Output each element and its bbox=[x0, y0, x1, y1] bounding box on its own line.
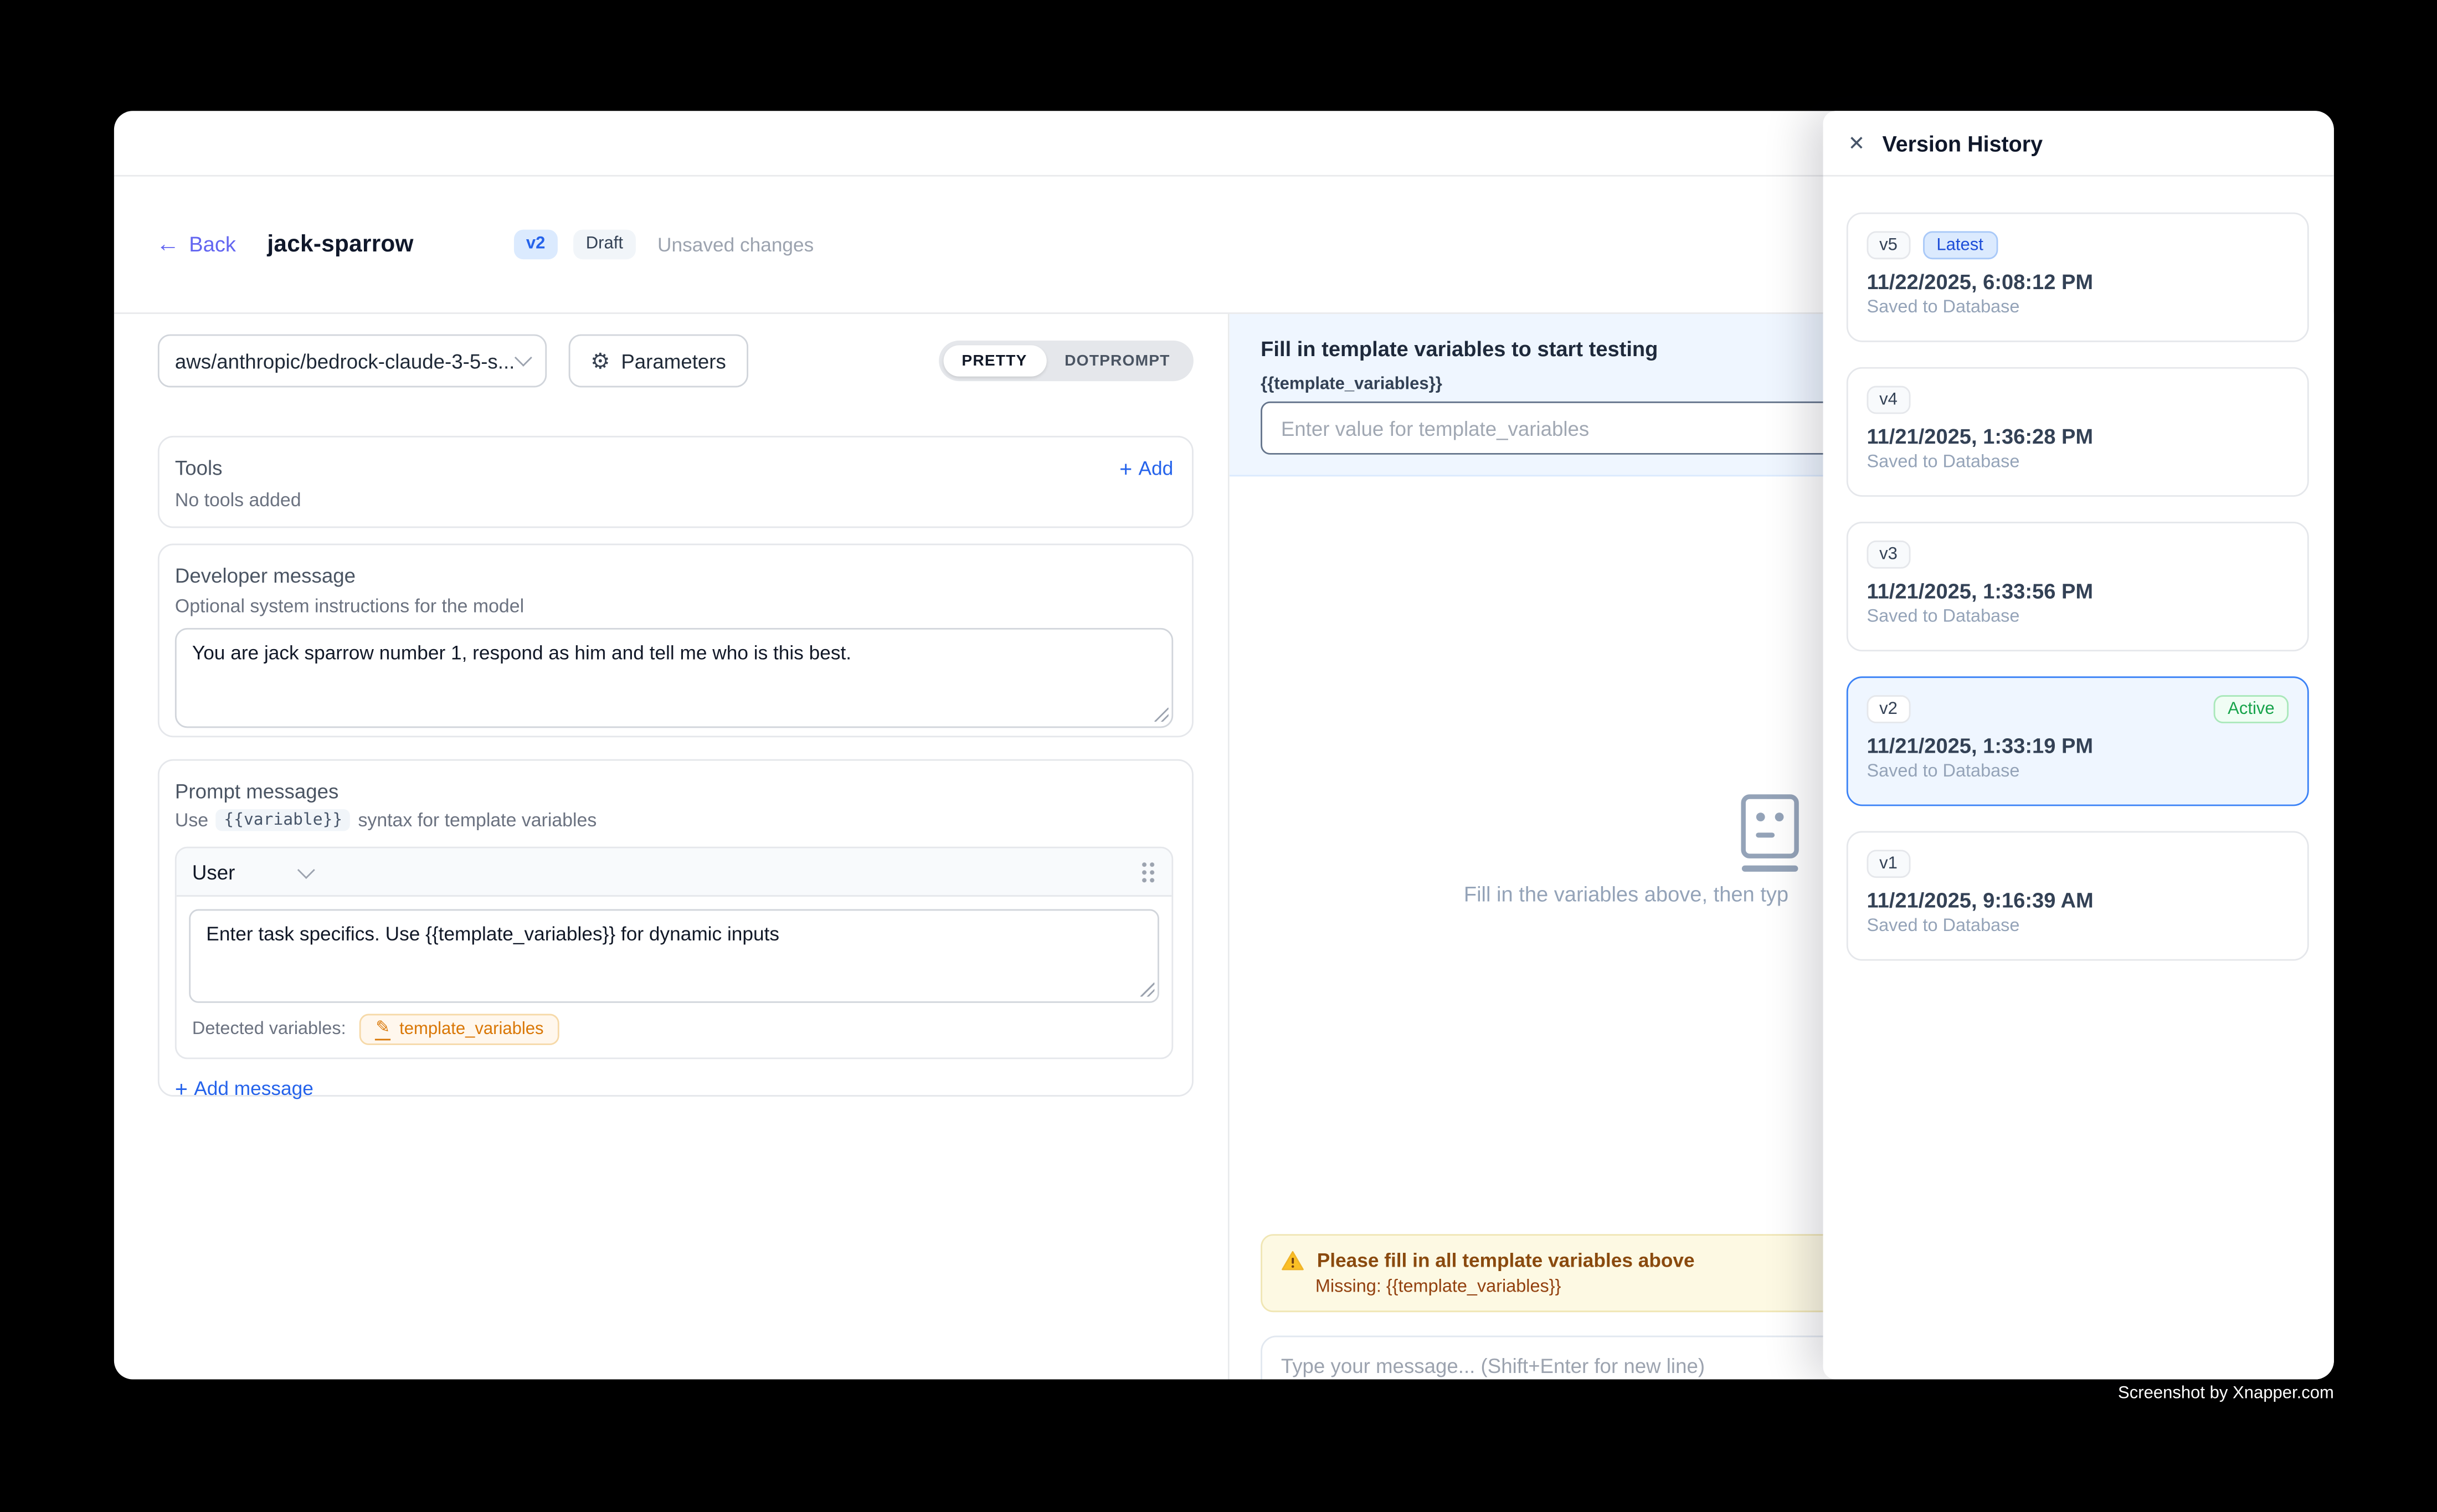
role-select-value[interactable]: User bbox=[192, 860, 235, 883]
pencil-icon: ✎ bbox=[376, 1019, 390, 1040]
prompt-messages-title: Prompt messages bbox=[175, 779, 1173, 803]
hint-suffix: syntax for template variables bbox=[358, 809, 597, 831]
model-row: aws/anthropic/bedrock-claude-3-5-s... ⚙ … bbox=[158, 335, 1194, 388]
page-title: jack-sparrow bbox=[267, 231, 413, 258]
developer-message-subtitle: Optional system instructions for the mod… bbox=[175, 595, 1173, 617]
template-syntax-hint: Use {{variable}} syntax for template var… bbox=[175, 809, 1173, 831]
tools-title: Tools bbox=[175, 456, 223, 480]
version-status: Saved to Database bbox=[1867, 608, 2289, 626]
gear-icon: ⚙ bbox=[590, 350, 610, 372]
version-date: 11/21/2025, 1:33:56 PM bbox=[1867, 579, 2289, 603]
version-date: 11/21/2025, 9:16:39 AM bbox=[1867, 889, 2289, 912]
plus-icon: + bbox=[1119, 457, 1132, 479]
version-history-title: Version History bbox=[1882, 131, 2043, 156]
drag-handle-icon[interactable] bbox=[1140, 860, 1156, 883]
developer-message-card: Developer message Optional system instru… bbox=[158, 544, 1194, 738]
version-badge: v2 bbox=[513, 230, 558, 259]
version-date: 11/21/2025, 1:33:19 PM bbox=[1867, 734, 2289, 758]
bot-face-icon bbox=[1734, 792, 1806, 884]
toggle-dotprompt[interactable]: DOTPROMPT bbox=[1046, 345, 1189, 376]
back-arrow-icon: ← bbox=[156, 233, 179, 256]
add-tool-label: Add bbox=[1138, 457, 1173, 479]
parameters-button[interactable]: ⚙ Parameters bbox=[569, 335, 748, 388]
developer-message-textarea[interactable]: You are jack sparrow number 1, respond a… bbox=[175, 628, 1173, 728]
version-card-v1[interactable]: v1 11/21/2025, 9:16:39 AM Saved to Datab… bbox=[1847, 831, 2309, 961]
model-select-value: aws/anthropic/bedrock-claude-3-5-s... bbox=[175, 349, 517, 372]
draft-badge: Draft bbox=[573, 230, 635, 259]
latest-badge: Latest bbox=[1922, 231, 1997, 259]
prompt-messages-card: Prompt messages Use {{variable}} syntax … bbox=[158, 759, 1194, 1097]
model-select[interactable]: aws/anthropic/bedrock-claude-3-5-s... bbox=[158, 335, 547, 388]
version-history-panel: ✕ Version History v5 Latest 11/22/2025, … bbox=[1823, 111, 2334, 1379]
hint-prefix: Use bbox=[175, 809, 208, 831]
version-card-v2-active[interactable]: v2 Active 11/21/2025, 1:33:19 PM Saved t… bbox=[1847, 676, 2309, 806]
add-message-label: Add message bbox=[194, 1078, 313, 1099]
back-button[interactable]: ← Back bbox=[156, 233, 236, 256]
variable-code-chip: {{variable}} bbox=[216, 809, 350, 831]
empty-state-hint: Fill in the variables above, then typ bbox=[1464, 883, 1788, 906]
add-tool-button[interactable]: + Add bbox=[1119, 457, 1173, 479]
toggle-pretty[interactable]: PRETTY bbox=[943, 345, 1046, 376]
tools-card: Tools + Add No tools added bbox=[158, 436, 1194, 528]
active-badge: Active bbox=[2214, 695, 2289, 723]
plus-icon: + bbox=[175, 1078, 188, 1099]
detected-variables-label: Detected variables: bbox=[192, 1020, 346, 1039]
version-number-badge: v1 bbox=[1867, 850, 1910, 878]
version-number-badge: v5 bbox=[1867, 231, 1910, 259]
version-list: v5 Latest 11/22/2025, 6:08:12 PM Saved t… bbox=[1823, 177, 2334, 961]
developer-message-title: Developer message bbox=[175, 564, 1173, 587]
view-mode-toggle: PRETTY DOTPROMPT bbox=[938, 341, 1194, 381]
chevron-down-icon[interactable] bbox=[298, 861, 316, 879]
version-card-v4[interactable]: v4 11/21/2025, 1:36:28 PM Saved to Datab… bbox=[1847, 367, 2309, 497]
version-card-v3[interactable]: v3 11/21/2025, 1:33:56 PM Saved to Datab… bbox=[1847, 522, 2309, 651]
watermark-label: Screenshot by Xnapper.com bbox=[2118, 1384, 2334, 1403]
message-role-header: User bbox=[177, 848, 1172, 897]
version-number-badge: v4 bbox=[1867, 386, 1910, 414]
chevron-down-icon bbox=[515, 349, 532, 367]
unsaved-changes-label: Unsaved changes bbox=[657, 234, 814, 255]
resize-handle-icon[interactable] bbox=[1140, 983, 1154, 996]
version-number-badge: v2 bbox=[1867, 695, 1910, 723]
message-block: User Enter task specifics. Use {{templat… bbox=[175, 847, 1173, 1060]
version-number-badge: v3 bbox=[1867, 541, 1910, 569]
add-message-button[interactable]: + Add message bbox=[175, 1078, 1173, 1099]
warning-triangle-icon bbox=[1281, 1249, 1304, 1271]
version-card-v5[interactable]: v5 Latest 11/22/2025, 6:08:12 PM Saved t… bbox=[1847, 213, 2309, 342]
version-status: Saved to Database bbox=[1867, 917, 2289, 936]
version-status: Saved to Database bbox=[1867, 453, 2289, 472]
screenshot-stage: ← Back jack-sparrow v2 Draft Unsaved cha… bbox=[0, 0, 2437, 1512]
detected-variables-row: Detected variables: ✎ template_variables bbox=[189, 1014, 1159, 1045]
detected-variable-name: template_variables bbox=[399, 1020, 543, 1039]
detected-variable-chip[interactable]: ✎ template_variables bbox=[360, 1014, 559, 1045]
prompt-editor-pane: aws/anthropic/bedrock-claude-3-5-s... ⚙ … bbox=[114, 314, 1230, 1380]
version-status: Saved to Database bbox=[1867, 299, 2289, 317]
back-label: Back bbox=[189, 233, 236, 256]
user-message-textarea[interactable]: Enter task specifics. Use {{template_var… bbox=[189, 909, 1159, 1003]
version-date: 11/22/2025, 6:08:12 PM bbox=[1867, 270, 2289, 294]
close-icon[interactable]: ✕ bbox=[1848, 133, 1865, 153]
warning-title: Please fill in all template variables ab… bbox=[1317, 1249, 1695, 1271]
resize-handle-icon[interactable] bbox=[1154, 708, 1168, 722]
version-date: 11/21/2025, 1:36:28 PM bbox=[1867, 425, 2289, 448]
tools-empty-text: No tools added bbox=[175, 489, 1173, 511]
version-status: Saved to Database bbox=[1867, 762, 2289, 781]
version-history-header: ✕ Version History bbox=[1823, 111, 2334, 176]
parameters-label: Parameters bbox=[621, 349, 726, 372]
